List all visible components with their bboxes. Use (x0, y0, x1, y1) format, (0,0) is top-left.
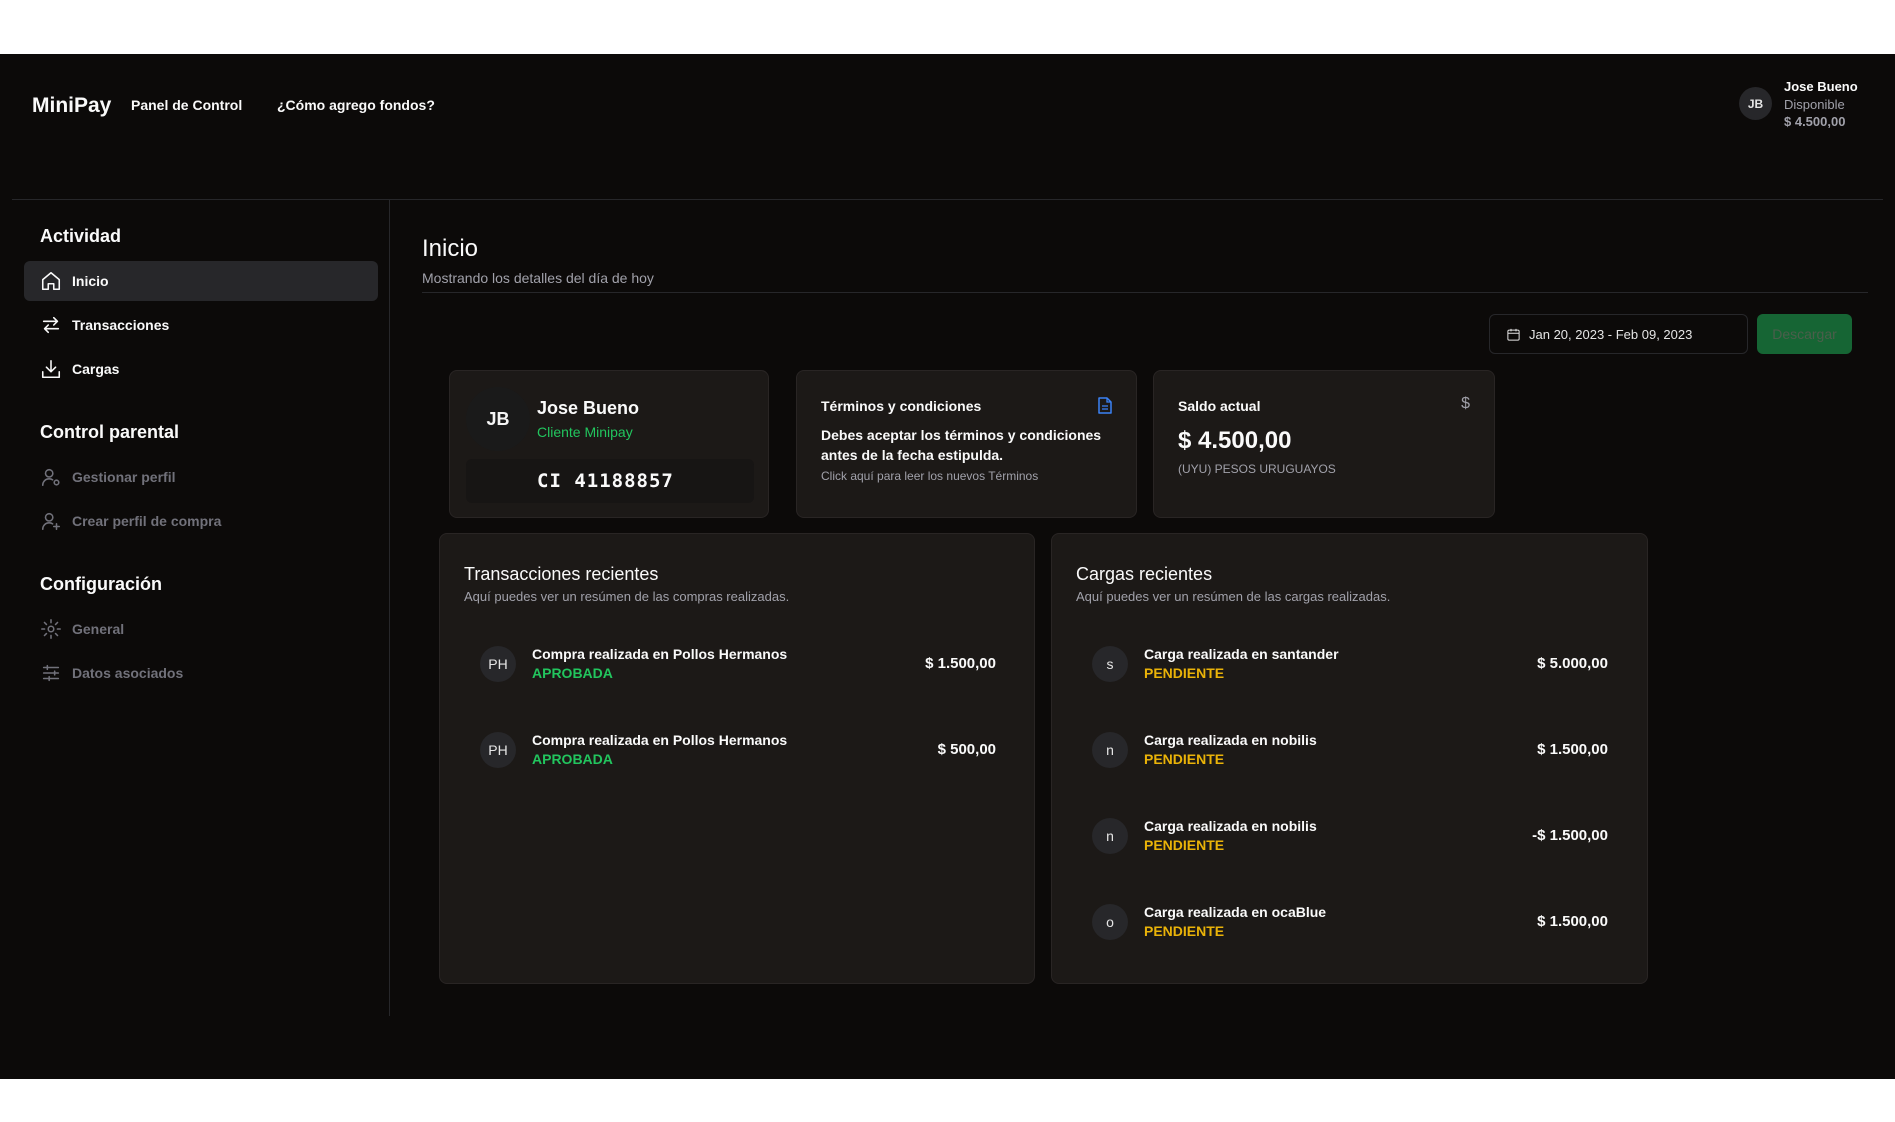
sidebar: Actividad Inicio Transacciones Cargas Co… (12, 200, 390, 1016)
sidebar-item-gestionar-perfil[interactable]: Gestionar perfil (24, 457, 378, 497)
user-plus-icon (40, 510, 62, 532)
sidebar-heading-control-parental: Control parental (40, 422, 180, 442)
sidebar-item-general[interactable]: General (24, 609, 378, 649)
home-icon (40, 270, 62, 292)
calendar-icon (1507, 328, 1520, 341)
sidebar-item-crear-perfil[interactable]: Crear perfil de compra (24, 501, 378, 541)
recent-transactions-card: Transacciones recientes Aquí puedes ver … (439, 533, 1035, 984)
sidebar-item-label: Inicio (72, 273, 109, 289)
loads-subtitle: Aquí puedes ver un resúmen de las cargas… (1076, 589, 1391, 604)
list-item-amount: -$ 1.500,00 (1532, 827, 1608, 844)
avatar: n (1092, 732, 1128, 768)
balance-currency: (UYU) PESOS URUGUAYOS (1178, 462, 1336, 476)
sidebar-item-label: Transacciones (72, 317, 170, 333)
avatar: s (1092, 646, 1128, 682)
status-badge: APROBADA (532, 665, 613, 681)
status-badge: PENDIENTE (1144, 837, 1225, 853)
download-icon (40, 358, 62, 380)
loads-title: Cargas recientes (1076, 564, 1213, 584)
list-item-amount: $ 1.500,00 (1537, 913, 1608, 930)
list-item[interactable]: o Carga realizada en ocaBlue PENDIENTE $… (1092, 904, 1608, 944)
profile-name: Jose Bueno (537, 398, 640, 418)
list-item-amount: $ 1.500,00 (925, 655, 996, 672)
user-available-label: Disponible (1784, 97, 1845, 112)
list-item[interactable]: s Carga realizada en santander PENDIENTE… (1092, 646, 1608, 686)
sidebar-item-label: Crear perfil de compra (72, 513, 222, 529)
terms-body: Debes aceptar los términos y condiciones… (821, 427, 1102, 463)
sidebar-heading-actividad: Actividad (40, 226, 122, 246)
user-name: Jose Bueno (1784, 79, 1858, 94)
status-badge: PENDIENTE (1144, 665, 1225, 681)
sidebar-item-inicio[interactable]: Inicio (24, 261, 378, 301)
list-item-description: Carga realizada en nobilis (1144, 732, 1317, 748)
avatar: PH (480, 646, 516, 682)
status-badge: PENDIENTE (1144, 923, 1225, 939)
divider (422, 292, 1868, 293)
sidebar-item-label: Datos asociados (72, 665, 184, 681)
nav-add-funds-help[interactable]: ¿Cómo agrego fondos? (277, 97, 435, 113)
profile-role: Cliente Minipay (537, 424, 633, 440)
sidebar-item-label: Cargas (72, 361, 120, 377)
page-subtitle: Mostrando los detalles del día de hoy (422, 270, 654, 286)
sidebar-heading-configuracion: Configuración (40, 574, 162, 594)
nav-panel-control[interactable]: Panel de Control (131, 97, 242, 113)
list-item[interactable]: n Carga realizada en nobilis PENDIENTE $… (1092, 732, 1608, 772)
sidebar-item-label: Gestionar perfil (72, 469, 176, 485)
list-item-description: Carga realizada en santander (1144, 646, 1339, 662)
list-item[interactable]: n Carga realizada en nobilis PENDIENTE -… (1092, 818, 1608, 858)
profile-ci: CI 41188857 (466, 459, 754, 503)
status-badge: APROBADA (532, 751, 613, 767)
brand-logo[interactable]: MiniPay (32, 94, 111, 118)
status-badge: PENDIENTE (1144, 751, 1225, 767)
arrows-exchange-icon (40, 314, 62, 336)
sidebar-item-label: General (72, 621, 125, 637)
avatar: o (1092, 904, 1128, 940)
avatar: PH (480, 732, 516, 768)
list-item-description: Compra realizada en Pollos Hermanos (532, 732, 788, 748)
list-item[interactable]: PH Compra realizada en Pollos Hermanos A… (480, 646, 996, 686)
list-item-description: Carga realizada en nobilis (1144, 818, 1317, 834)
date-range-picker[interactable]: Jan 20, 2023 - Feb 09, 2023 (1489, 314, 1748, 354)
top-header (12, 54, 1883, 200)
sliders-icon (40, 662, 62, 684)
download-button[interactable]: Descargar (1757, 314, 1852, 354)
avatar[interactable]: JB (1739, 87, 1772, 120)
terms-title: Términos y condiciones (821, 398, 982, 414)
list-item[interactable]: PH Compra realizada en Pollos Hermanos A… (480, 732, 996, 772)
terms-card: Términos y condiciones Debes aceptar los… (796, 370, 1137, 518)
date-range-value: Jan 20, 2023 - Feb 09, 2023 (1529, 326, 1693, 342)
recent-loads-card: Cargas recientes Aquí puedes ver un resú… (1051, 533, 1648, 984)
page-title: Inicio (422, 235, 479, 262)
sidebar-item-datos-asociados[interactable]: Datos asociados (24, 653, 378, 693)
list-item-description: Carga realizada en ocaBlue (1144, 904, 1327, 920)
gear-icon (40, 618, 62, 640)
user-balance: $ 4.500,00 (1784, 114, 1846, 129)
terms-link[interactable]: Click aquí para leer los nuevos Términos (821, 469, 1038, 483)
transactions-title: Transacciones recientes (464, 564, 659, 584)
sidebar-item-cargas[interactable]: Cargas (24, 349, 378, 389)
document-icon (1098, 397, 1112, 414)
profile-card: JB Jose Bueno Cliente Minipay CI 4118885… (449, 370, 769, 518)
dollar-icon: $ (1461, 395, 1470, 412)
balance-amount: $ 4.500,00 (1178, 427, 1292, 454)
transactions-subtitle: Aquí puedes ver un resúmen de las compra… (464, 589, 790, 604)
list-item-amount: $ 5.000,00 (1537, 655, 1608, 672)
list-item-amount: $ 1.500,00 (1537, 741, 1608, 758)
user-settings-icon (40, 466, 62, 488)
balance-card: Saldo actual $ $ 4.500,00 (UYU) PESOS UR… (1153, 370, 1495, 518)
balance-title: Saldo actual (1178, 398, 1261, 414)
sidebar-item-transacciones[interactable]: Transacciones (24, 305, 378, 345)
list-item-amount: $ 500,00 (937, 741, 996, 758)
avatar: n (1092, 818, 1128, 854)
list-item-description: Compra realizada en Pollos Hermanos (532, 646, 788, 662)
avatar: JB (466, 387, 530, 451)
